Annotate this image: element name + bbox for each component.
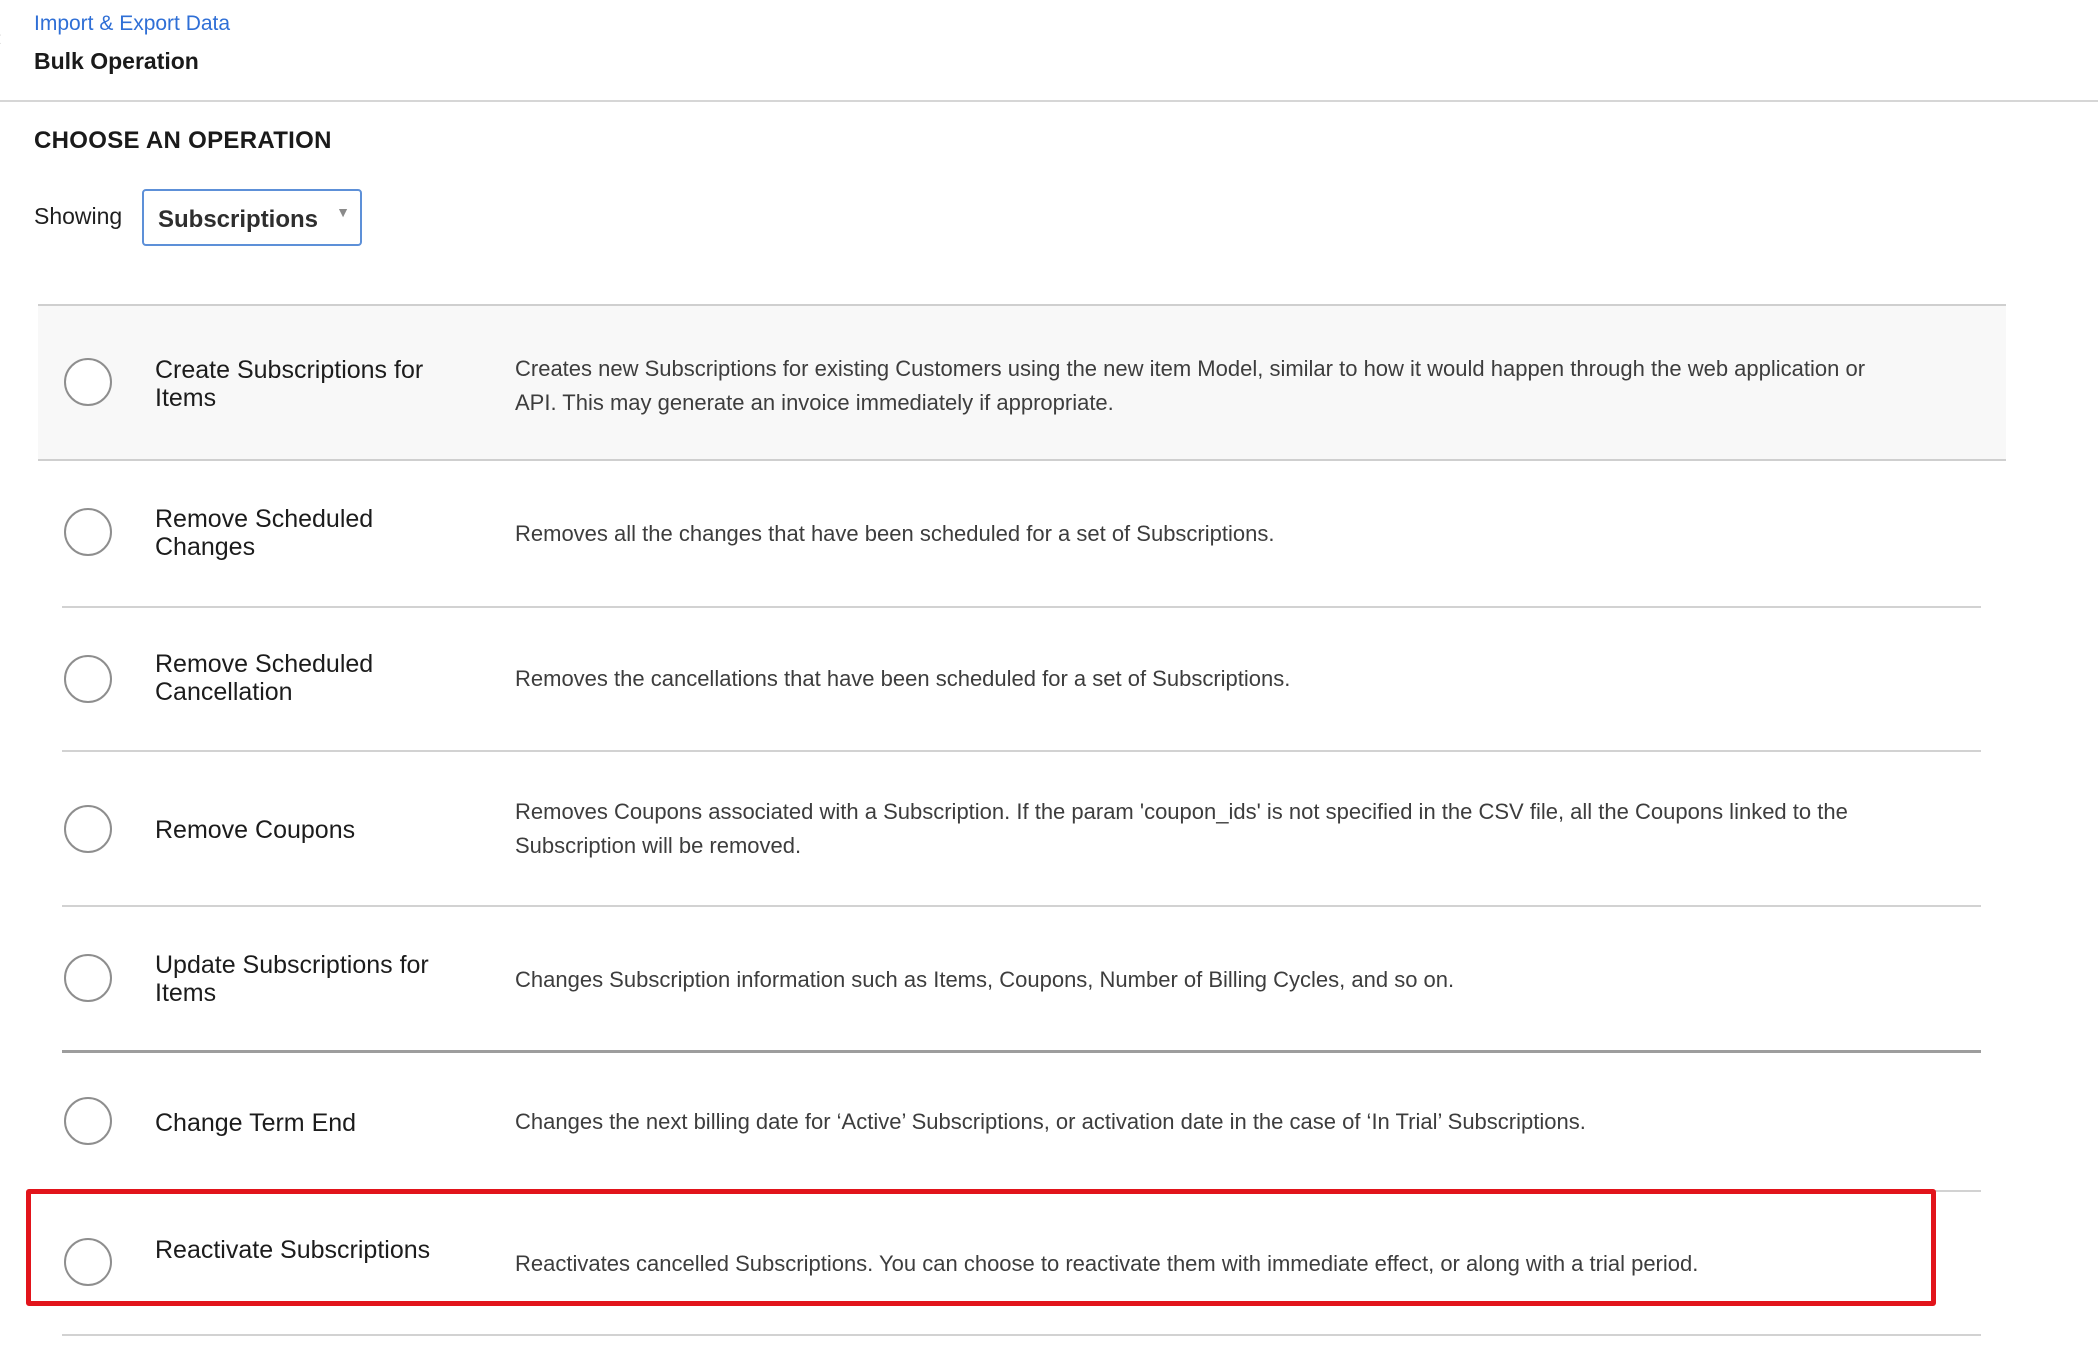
- operation-description: Creates new Subscriptions for existing C…: [515, 356, 1866, 415]
- operation-name: Update Subscriptions for Items: [155, 951, 429, 1007]
- operation-row-change-term-end[interactable]: Change Term End Changes the next billing…: [62, 1053, 1981, 1192]
- operation-category-select[interactable]: Subscriptions ▼: [142, 189, 362, 246]
- section-title: CHOOSE AN OPERATION: [34, 127, 332, 154]
- operation-row-remove-scheduled-changes[interactable]: Remove Scheduled Changes Removes all the…: [62, 461, 1981, 608]
- operation-row-remove-scheduled-cancellation[interactable]: Remove Scheduled Cancellation Removes th…: [62, 608, 1981, 752]
- operation-name: Change Term End: [155, 1109, 357, 1137]
- operation-name: Remove Coupons: [155, 816, 356, 844]
- dropdown-caret-icon: ▼: [336, 204, 350, 220]
- operation-row-create-subscriptions[interactable]: Create Subscriptions for Items Creates n…: [38, 304, 2006, 461]
- radio-button[interactable]: [64, 358, 112, 406]
- radio-button[interactable]: [64, 1097, 112, 1145]
- operation-description: Removes the cancellations that have been…: [515, 666, 1291, 691]
- page-title: Bulk Operation: [34, 48, 199, 74]
- select-value: Subscriptions: [158, 206, 319, 233]
- operation-row-remove-coupons[interactable]: Remove Coupons Removes Coupons associate…: [62, 752, 1981, 907]
- operation-name: Reactivate Subscriptions: [155, 1236, 431, 1264]
- showing-label: Showing: [34, 203, 123, 229]
- operation-name: Create Subscriptions for Items: [155, 356, 424, 412]
- header-divider: [0, 100, 2098, 102]
- operation-row-reactivate-subscriptions[interactable]: Reactivate Subscriptions Reactivates can…: [62, 1192, 1981, 1336]
- radio-button[interactable]: [64, 508, 112, 556]
- radio-button[interactable]: [64, 1238, 112, 1286]
- operation-description: Reactivates cancelled Subscriptions. You…: [515, 1251, 1699, 1276]
- operation-name: Remove Scheduled Cancellation: [155, 650, 374, 706]
- operation-name: Remove Scheduled Changes: [155, 505, 374, 561]
- operation-description: Removes Coupons associated with a Subscr…: [515, 799, 1848, 858]
- operation-description: Changes the next billing date for ‘Activ…: [515, 1109, 1586, 1134]
- operation-description: Removes all the changes that have been s…: [515, 521, 1275, 546]
- operation-description: Changes Subscription information such as…: [515, 967, 1455, 992]
- operation-row-update-subscriptions[interactable]: Update Subscriptions for Items Changes S…: [62, 907, 1981, 1053]
- radio-button[interactable]: [64, 805, 112, 853]
- radio-button[interactable]: [64, 655, 112, 703]
- radio-button[interactable]: [64, 954, 112, 1002]
- back-chevron-icon[interactable]: ‹: [0, 26, 8, 50]
- breadcrumb-import-export-link[interactable]: Import & Export Data: [34, 12, 230, 36]
